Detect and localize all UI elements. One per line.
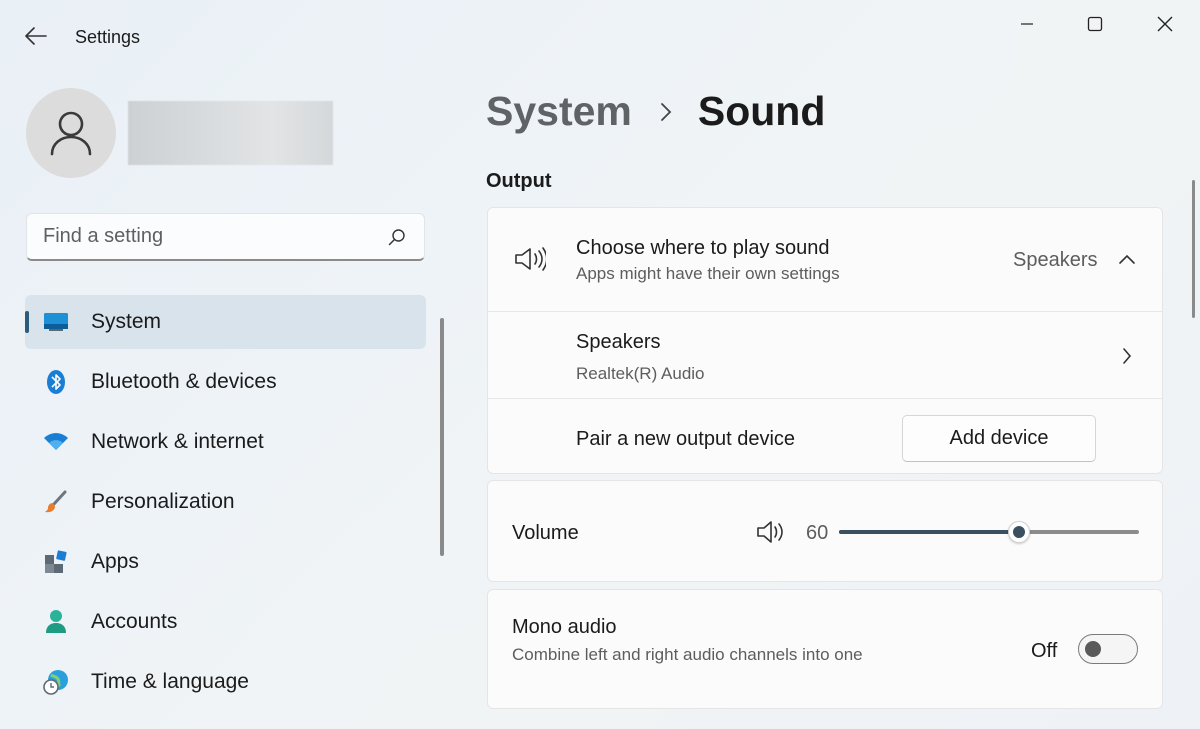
volume-label: Volume [512,522,579,544]
apps-icon [43,549,69,575]
chevron-up-icon[interactable] [1118,252,1136,270]
chevron-right-icon[interactable] [1122,347,1132,370]
search-icon[interactable] [386,226,408,248]
minimize-icon [1021,23,1033,25]
avatar[interactable] [26,88,116,178]
sidebar-item-network[interactable]: Network & internet [25,415,426,469]
sidebar-item-bluetooth[interactable]: Bluetooth & devices [25,355,426,409]
globe-clock-icon [43,669,69,695]
system-icon [43,309,69,335]
pair-device-label: Pair a new output device [576,428,796,450]
pair-device-row: Pair a new output device Add device [488,398,1162,475]
device-name: Speakers [576,331,661,353]
breadcrumb: System Sound [486,88,825,135]
minimize-button[interactable] [998,6,1056,42]
sidebar-item-time-language[interactable]: Time & language [25,655,426,709]
breadcrumb-parent[interactable]: System [486,88,632,135]
speaker-icon [514,246,548,277]
section-title-output: Output [486,170,552,192]
title-bar: Settings [0,0,1200,72]
volume-slider[interactable] [839,521,1139,543]
wifi-icon [43,429,69,455]
maximize-icon [1087,16,1103,32]
search-input[interactable] [43,225,386,248]
sidebar-nav: System Bluetooth & devices Network & int… [25,295,426,715]
sidebar-item-system[interactable]: System [25,295,426,349]
sidebar-item-label: Time & language [91,670,249,693]
main-scrollbar[interactable] [1192,180,1195,318]
volume-card: Volume 60 [487,480,1163,582]
mono-audio-card: Mono audio Combine left and right audio … [487,589,1163,709]
toggle-state-label: Off [1031,640,1058,662]
toggle-knob [1085,641,1101,657]
mono-audio-subtitle: Combine left and right audio channels in… [512,645,863,664]
device-detail: Realtek(R) Audio [576,364,705,383]
output-card: Choose where to play sound Apps might ha… [487,207,1163,474]
sidebar-item-label: Network & internet [91,430,264,453]
choose-output-subtitle: Apps might have their own settings [576,264,840,283]
volume-value: 60 [806,522,829,544]
sidebar-item-accounts[interactable]: Accounts [25,595,426,649]
mono-audio-title: Mono audio [512,616,617,638]
sidebar-scrollbar[interactable] [440,318,444,556]
user-icon [50,111,92,156]
sidebar-item-label: System [91,310,162,333]
back-arrow-icon [25,27,47,45]
account-name-redacted [128,101,333,165]
back-button[interactable] [14,20,58,52]
choose-output-title: Choose where to play sound [576,237,830,259]
speakers-device-row[interactable]: Speakers Realtek(R) Audio [488,311,1162,398]
slider-fill [839,530,1019,534]
volume-speaker-icon[interactable] [756,520,784,549]
sidebar-item-label: Apps [91,550,139,573]
sidebar-item-personalization[interactable]: Personalization [25,475,426,529]
page-title: Sound [697,88,826,134]
maximize-button[interactable] [1066,6,1124,42]
selected-output-value: Speakers [1013,249,1098,271]
accounts-icon [43,609,69,635]
choose-output-row[interactable]: Choose where to play sound Apps might ha… [488,208,1162,311]
bluetooth-icon [43,369,69,395]
paintbrush-icon [43,489,69,515]
close-button[interactable] [1136,6,1194,42]
search-box[interactable] [26,213,425,261]
close-icon [1157,16,1173,32]
sidebar-item-label: Personalization [91,490,235,513]
mono-audio-toggle[interactable] [1078,634,1138,664]
chevron-right-icon [660,102,672,122]
sidebar-item-apps[interactable]: Apps [25,535,426,589]
sidebar-item-label: Accounts [91,610,178,633]
app-title: Settings [75,27,141,47]
sidebar-item-label: Bluetooth & devices [91,370,277,393]
add-device-button[interactable]: Add device [902,415,1096,462]
slider-thumb[interactable] [1008,521,1030,543]
